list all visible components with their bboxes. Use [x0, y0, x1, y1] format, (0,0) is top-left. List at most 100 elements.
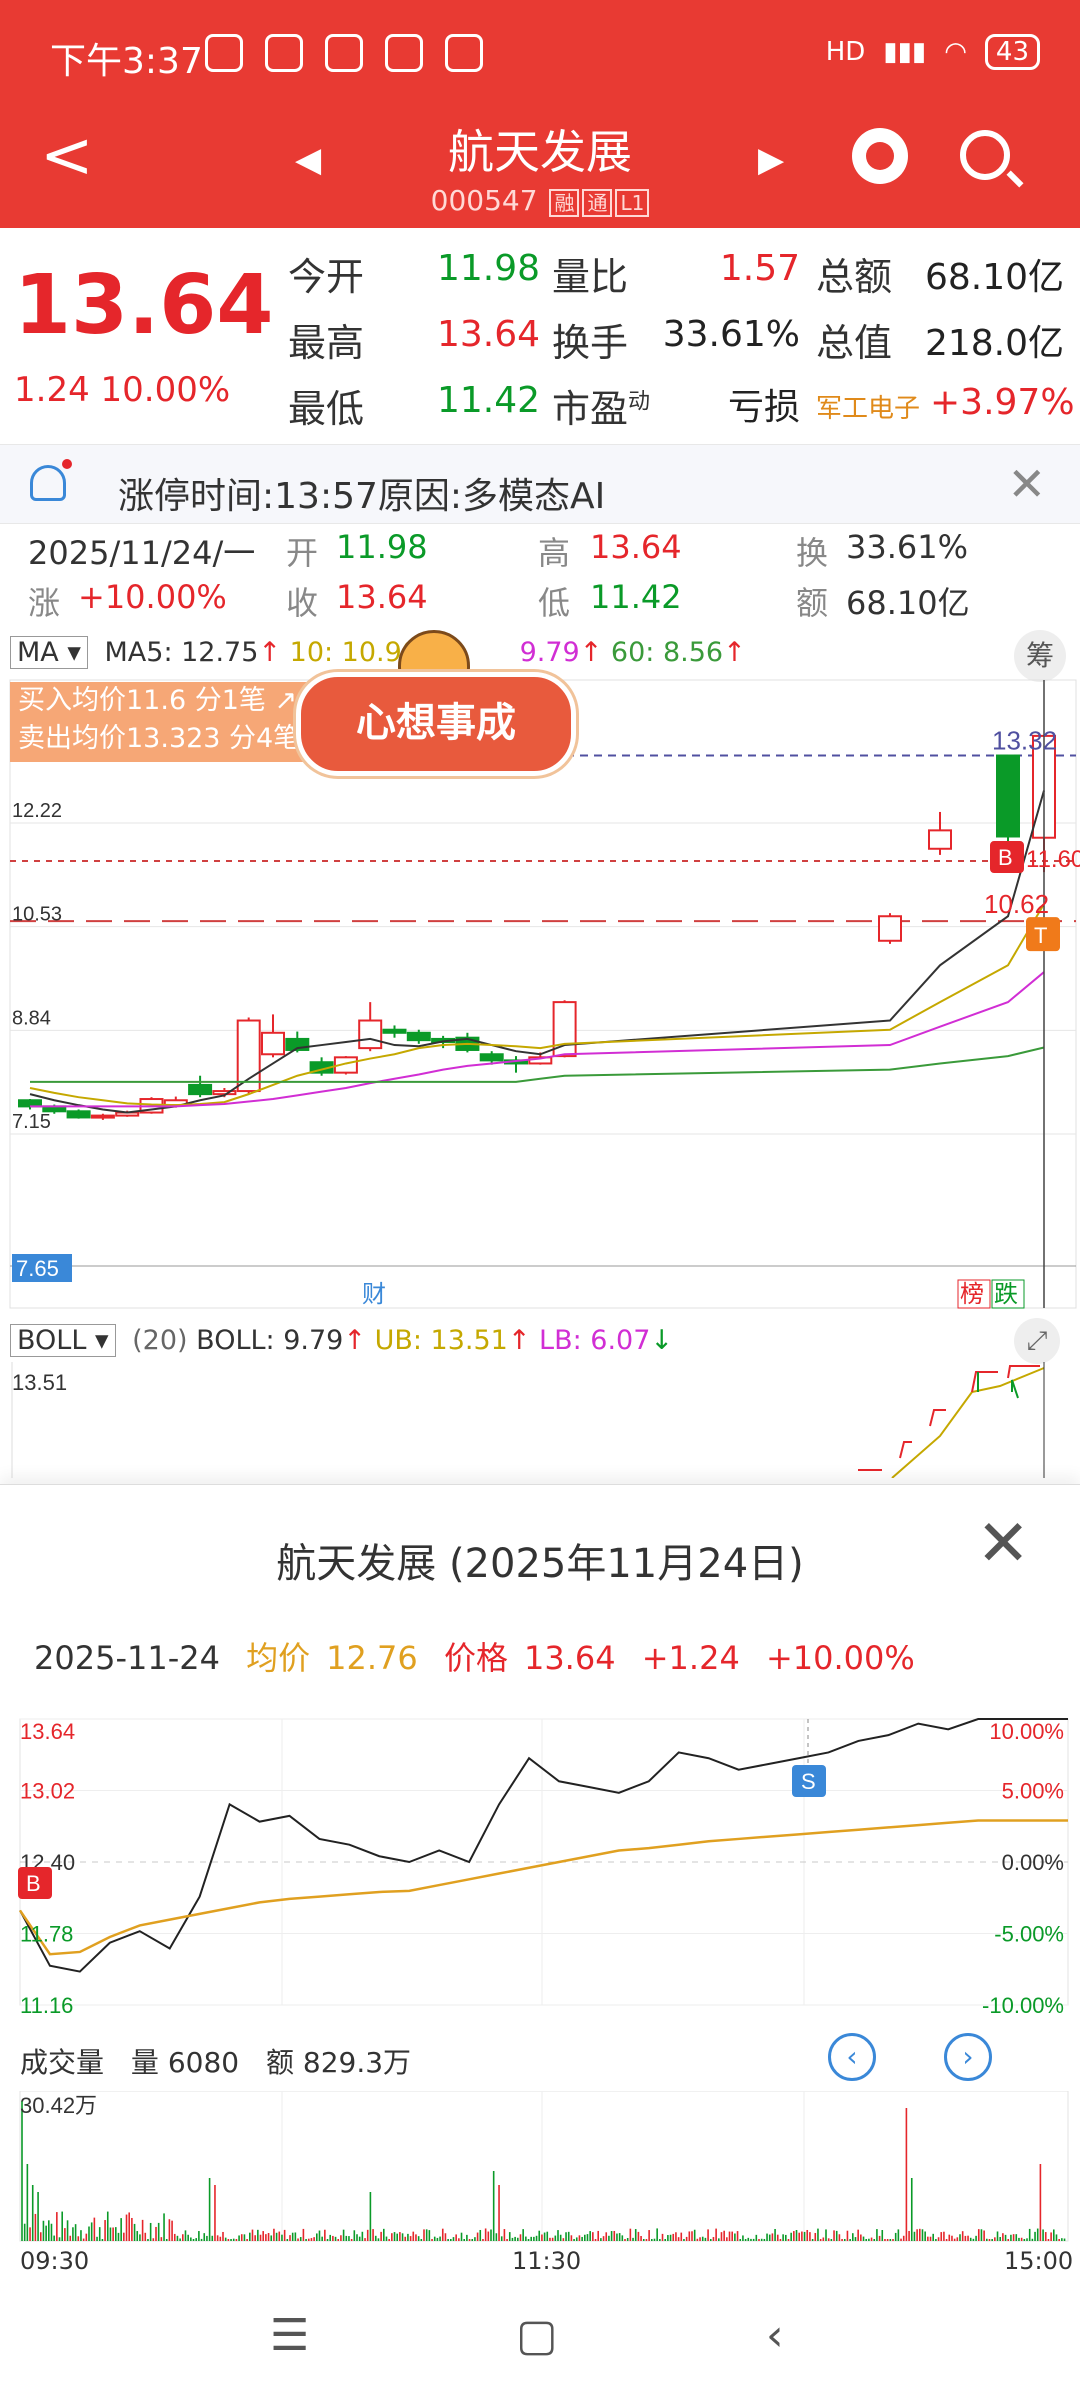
label-turnover: 换手	[552, 321, 629, 365]
volume-title: 成交量	[20, 2046, 105, 2079]
label-vol-ratio: 量比	[552, 255, 629, 299]
label-mkt-cap: 总值	[816, 321, 893, 365]
volume-value: 量 6080	[130, 2046, 240, 2079]
sector-name[interactable]: 军工电子	[816, 388, 920, 425]
home-icon[interactable]: ▢	[516, 2310, 558, 2361]
up-arrow-icon: ↑	[507, 1325, 531, 1356]
intraday-chart[interactable]: 13.64 10.00%13.02 5.00%12.40 0.00%11.78 -5.0…	[0, 1705, 1080, 2025]
volume-max-label: 30.42万	[20, 2093, 97, 2118]
intraday-popup: 航天发展 (2025年11月24日) ✕ 2025-11-24 均价 12.76 …	[0, 1484, 1080, 2400]
volume-chart[interactable]: 30.42万	[0, 2091, 1080, 2251]
kline-amount: 68.10亿	[846, 584, 970, 622]
stock-header: 下午3:37 HD ▮▮▮ ◠ 43 < ◀ 航天发展 ▶ 000547 融通L…	[0, 0, 1080, 228]
intraday-y-left: 13.02	[20, 1779, 75, 1804]
candle-body	[212, 1090, 237, 1096]
y-tick-label: 7.15	[12, 1111, 51, 1133]
signal-icon: ▮▮▮	[883, 37, 927, 67]
drop-badge: 跌	[994, 1281, 1018, 1308]
intraday-grid	[19, 1718, 1069, 2006]
trade-buy: 买入均价11.6 分1笔 ↗	[18, 685, 298, 716]
wifi-icon: ◠	[944, 37, 967, 67]
intraday-sell-label: S	[801, 1769, 816, 1794]
search-icon[interactable]	[960, 130, 1010, 180]
chevron-right-icon[interactable]: ›	[944, 2033, 992, 2081]
boll-legend: BOLL ▾ (20) BOLL: 9.79↑ UB: 13.51↑ LB: 6…	[10, 1324, 673, 1357]
status-right: HD ▮▮▮ ◠ 43	[826, 34, 1040, 70]
chevron-left-icon[interactable]: ‹	[828, 2033, 876, 2081]
boll-axis-top: 13.51	[12, 1370, 67, 1395]
x-tick-start: 09:30	[20, 2247, 90, 2275]
app-icon	[325, 34, 363, 72]
intraday-buy-label: B	[26, 1871, 41, 1896]
candle-body	[236, 1019, 261, 1093]
volume-grid	[19, 2091, 1069, 2242]
intraday-y-right: 10.00%	[989, 1719, 1064, 1744]
popup-title: 航天发展 (2025年11月24日)	[276, 1541, 804, 1587]
menu-icon[interactable]: ☰	[270, 2310, 309, 2361]
limit-up-alert[interactable]: 涨停时间:13:57原因:多模态AI ✕	[0, 444, 1080, 524]
up-arrow-icon: ↑	[343, 1325, 366, 1356]
target-price-label: 10.62	[984, 889, 1049, 919]
candle-body	[406, 1031, 431, 1042]
boll-selector[interactable]: BOLL ▾	[10, 1324, 116, 1357]
boll-period: (20)	[132, 1325, 188, 1356]
page-title: 航天发展	[448, 125, 632, 179]
kline-high-label: 高	[538, 534, 571, 572]
kline-open-label: 开	[286, 534, 319, 572]
sector-percent[interactable]: +3.97%	[930, 382, 1075, 423]
intraday-y-right: 0.00%	[1002, 1850, 1064, 1875]
intraday-y-right: -5.00%	[994, 1922, 1064, 1947]
pct-value: +10.00%	[765, 1639, 915, 1677]
avg-value: 12.76	[326, 1639, 418, 1677]
candle-body	[261, 1031, 285, 1056]
change-percent: 10.00%	[100, 370, 231, 410]
kline-turnover-label: 换	[796, 534, 829, 572]
stock-code: 000547	[430, 184, 538, 217]
candle-body	[382, 1028, 407, 1034]
app-icon	[385, 34, 423, 72]
back-icon[interactable]: ‹	[766, 2310, 784, 2361]
app-icon	[445, 34, 483, 72]
x-tick-mid: 11:30	[512, 2247, 582, 2275]
candle-body	[996, 754, 1020, 838]
bell-icon	[30, 465, 66, 501]
kline-low-label: 低	[538, 584, 571, 622]
finance-badge: 财	[362, 1281, 386, 1308]
y-tick-label: 12.22	[12, 800, 62, 822]
tag-l1: L1	[615, 189, 650, 217]
trade-summary[interactable]: 买入均价11.6 分1笔 ↗ 卖出均价13.323 分4笔	[10, 682, 310, 762]
intraday-labels: 13.64 10.00%13.02 5.00%12.40 0.00%11.78 -5.0…	[18, 1719, 1064, 2018]
down-arrow-icon: ↓	[650, 1325, 674, 1356]
status-time: 下午3:37	[50, 41, 203, 82]
boll-chart: 13.51	[11, 1362, 1045, 1478]
candle-body	[928, 829, 952, 850]
ma-line-ma20	[30, 971, 1045, 1108]
trade-sell: 卖出均价13.323 分4笔	[18, 723, 301, 754]
candle-body	[479, 1053, 504, 1062]
kline-open: 11.98	[336, 528, 428, 566]
sticker-banner[interactable]: 心想事成	[296, 672, 576, 776]
battery-icon: 43	[984, 34, 1040, 70]
close-icon[interactable]: ✕	[1007, 457, 1046, 511]
value-vol-ratio: 1.57	[719, 248, 800, 289]
candle-body	[878, 915, 902, 942]
intraday-y-left: 13.64	[20, 1719, 75, 1744]
change-value: 1.24	[14, 370, 90, 410]
app-icon	[265, 34, 303, 72]
amount-value: 额 829.3万	[266, 2046, 412, 2079]
assistant-icon[interactable]	[852, 128, 908, 184]
status-icons	[205, 34, 483, 72]
close-icon[interactable]: ✕	[976, 1507, 1030, 1581]
buy-price-label: 11.60	[1026, 846, 1080, 873]
alarm-icon	[205, 34, 243, 72]
alert-text: 涨停时间:13:57原因:多模态AI	[118, 476, 606, 517]
label-low: 最低	[288, 387, 365, 431]
boll-selector-label: BOLL	[17, 1325, 87, 1356]
candle-body	[358, 1019, 383, 1050]
kline-turnover: 33.61%	[846, 528, 969, 566]
next-stock-button[interactable]: ▶	[758, 140, 784, 180]
label-amount: 总额	[816, 255, 893, 299]
price-label: 价格	[443, 1639, 508, 1677]
expand-icon[interactable]: ⤢	[1014, 1318, 1060, 1364]
candle-body	[66, 1110, 91, 1119]
